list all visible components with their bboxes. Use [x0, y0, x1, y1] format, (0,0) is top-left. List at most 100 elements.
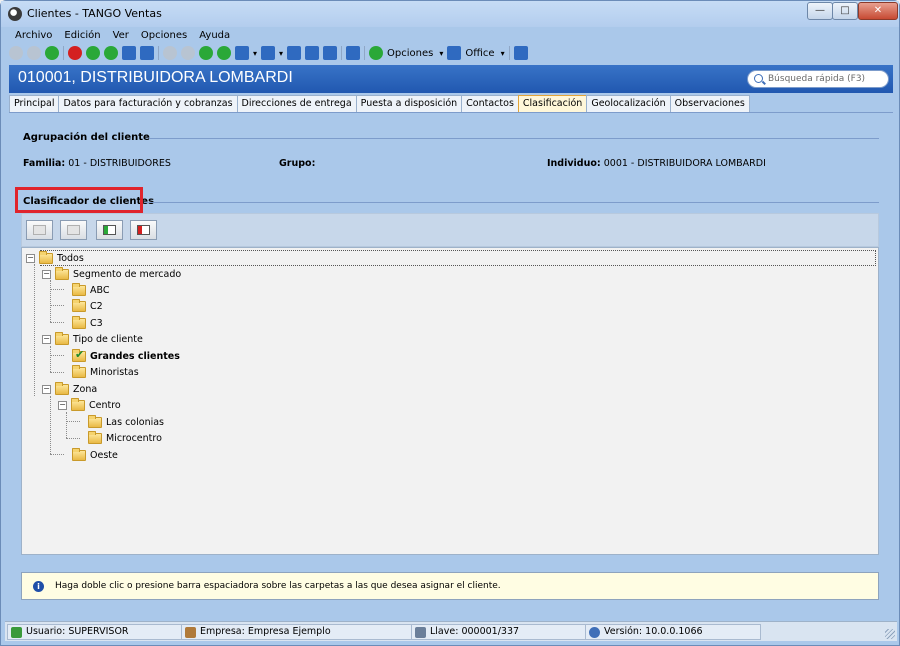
status-empresa: Empresa: Empresa Ejemplo: [181, 624, 413, 640]
tab-geolocalizacion[interactable]: Geolocalización: [586, 95, 671, 112]
assign-button[interactable]: [26, 220, 53, 240]
info-icon: i: [33, 581, 44, 592]
sort-icon[interactable]: [323, 46, 338, 60]
accept-icon[interactable]: [9, 46, 23, 60]
office-button[interactable]: Office: [465, 48, 494, 59]
help-icon[interactable]: [513, 46, 528, 60]
section-divider: [145, 202, 879, 203]
expand-all-button[interactable]: [96, 220, 123, 240]
individuo-value: 0001 - DISTRIBUIDORA LOMBARDI: [603, 158, 766, 169]
folder-icon: [88, 414, 102, 428]
tab-puesta-disposicion[interactable]: Puesta a disposición: [355, 95, 463, 112]
cancel-icon[interactable]: [27, 46, 41, 60]
binoculars-dropdown-icon[interactable]: ▾: [253, 49, 257, 58]
tree-connector: [50, 305, 64, 306]
tree-node-segmento[interactable]: − Segmento de mercado: [42, 266, 181, 282]
tree-connector: [50, 322, 64, 323]
tree-node-tipo[interactable]: − Tipo de cliente: [42, 331, 143, 347]
familia-field: Familia: 01 - DISTRIBUIDORES: [23, 158, 171, 169]
folder-icon: [88, 430, 102, 444]
tree-node-label: Las colonias: [106, 416, 165, 428]
print-icon[interactable]: [122, 46, 136, 60]
collapse-toggle-icon[interactable]: −: [26, 253, 35, 263]
tab-direcciones[interactable]: Direcciones de entrega: [236, 95, 357, 112]
previous-icon[interactable]: [163, 46, 177, 60]
opciones-dropdown-icon[interactable]: ▾: [439, 49, 443, 58]
tree-node-label: Grandes clientes: [90, 350, 180, 362]
app-window: Clientes - TANGO Ventas — □ ✕ Archivo Ed…: [0, 0, 900, 646]
minimize-button[interactable]: —: [807, 2, 833, 20]
tree-node-abc[interactable]: ABC: [72, 282, 109, 298]
tree-node-zona[interactable]: − Zona: [42, 381, 97, 397]
company-icon: [185, 627, 196, 638]
export-icon[interactable]: [346, 46, 361, 60]
folder-open-icon: [55, 266, 69, 280]
first-record-icon[interactable]: [86, 46, 100, 60]
tree-node-todos[interactable]: − Todos: [26, 250, 84, 266]
tree-connector: [50, 372, 64, 373]
tree-node-minoristas[interactable]: Minoristas: [72, 364, 139, 380]
close-button[interactable]: ✕: [858, 2, 898, 20]
open-folder-button[interactable]: [60, 220, 87, 240]
delete-icon[interactable]: [68, 46, 82, 60]
office-dropdown-icon[interactable]: ▾: [501, 49, 505, 58]
collapse-toggle-icon[interactable]: −: [42, 269, 51, 279]
tab-contactos[interactable]: Contactos: [461, 95, 519, 112]
quick-search-input[interactable]: Búsqueda rápida (F3): [747, 70, 889, 88]
grid-icon[interactable]: [287, 46, 302, 60]
tree-node-c2[interactable]: C2: [72, 298, 103, 314]
tree-node-c3[interactable]: C3: [72, 315, 103, 331]
tab-facturacion[interactable]: Datos para facturación y cobranzas: [58, 95, 238, 112]
tree-node-label: Oeste: [90, 449, 118, 461]
tree-node-label: Centro: [89, 399, 121, 411]
familia-label: Familia:: [23, 158, 66, 169]
resize-grip[interactable]: [885, 629, 895, 639]
tree-node-microcentro[interactable]: Microcentro: [88, 430, 162, 446]
tree-connector: [66, 421, 80, 422]
folder-open-icon: [55, 381, 69, 395]
tree-node-centro[interactable]: − Centro: [58, 397, 121, 413]
agrupacion-title: Agrupación del cliente: [23, 132, 150, 143]
tree-node-label: Tipo de cliente: [73, 333, 143, 345]
tree-connector: [34, 264, 35, 396]
maximize-button[interactable]: □: [832, 2, 858, 20]
search-icon: [754, 74, 763, 83]
status-bar: Usuario: SUPERVISOR Empresa: Empresa Eje…: [5, 621, 897, 641]
binoculars-icon[interactable]: [235, 46, 249, 60]
up-icon[interactable]: [104, 46, 118, 60]
folder-icon: [72, 282, 86, 296]
tab-principal[interactable]: Principal: [9, 95, 60, 112]
toolbar-separator: [158, 46, 159, 60]
highlight-box: [15, 187, 143, 213]
menu-edicion[interactable]: Edición: [58, 28, 106, 44]
next-icon[interactable]: [199, 46, 213, 60]
filter-icon[interactable]: [261, 46, 276, 60]
record-header: 010001, DISTRIBUIDORA LOMBARDI Búsqueda …: [9, 65, 893, 93]
opciones-button[interactable]: Opciones: [387, 48, 433, 59]
options-gear-icon[interactable]: [369, 46, 384, 60]
status-version-text: Versión: 10.0.0.1066: [604, 626, 703, 637]
toolbar-separator: [341, 46, 343, 60]
add-icon[interactable]: [45, 46, 59, 60]
window-title: Clientes - TANGO Ventas: [27, 7, 162, 20]
collapse-all-button[interactable]: [130, 220, 157, 240]
last-icon[interactable]: [217, 46, 231, 60]
favorite-star-icon[interactable]: [305, 46, 320, 60]
tab-clasificacion[interactable]: Clasificación: [517, 95, 588, 112]
tab-observaciones[interactable]: Observaciones: [669, 95, 750, 112]
tree-node-grandes[interactable]: ✔ Grandes clientes: [72, 348, 180, 364]
menu-archivo[interactable]: Archivo: [9, 28, 58, 44]
collapse-toggle-icon[interactable]: −: [42, 334, 51, 344]
back-icon[interactable]: [181, 46, 195, 60]
menu-ayuda[interactable]: Ayuda: [193, 28, 236, 44]
tree-node-label: Minoristas: [90, 366, 139, 378]
tree-node-colonias[interactable]: Las colonias: [88, 414, 164, 430]
refresh-icon[interactable]: [140, 46, 154, 60]
collapse-toggle-icon[interactable]: −: [42, 384, 51, 394]
collapse-toggle-icon[interactable]: −: [58, 400, 67, 410]
filter-dropdown-icon[interactable]: ▾: [279, 49, 283, 58]
menu-opciones[interactable]: Opciones: [135, 28, 193, 44]
office-icon[interactable]: [447, 46, 462, 60]
menu-ver[interactable]: Ver: [107, 28, 135, 44]
tree-node-oeste[interactable]: Oeste: [72, 447, 118, 463]
